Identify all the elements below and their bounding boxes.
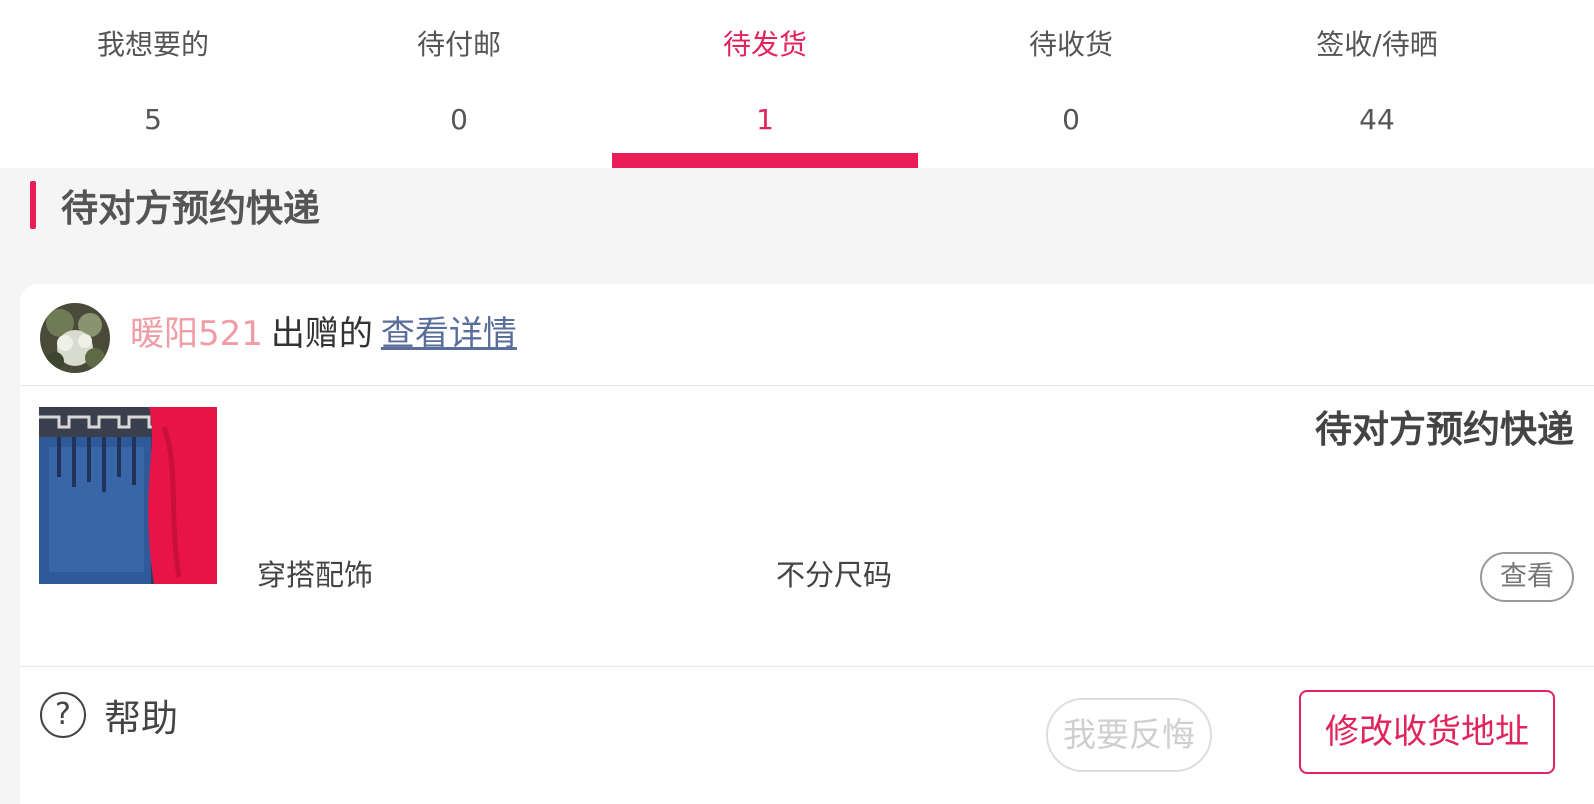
modify-address-button[interactable]: 修改收货地址 <box>1299 690 1555 774</box>
tab-label: 我想要的 <box>96 28 209 61</box>
section-title: 待对方预约快递 <box>61 187 320 230</box>
avatar-image <box>40 303 110 373</box>
view-button[interactable]: 查看 <box>1480 552 1574 602</box>
product-image[interactable] <box>39 407 217 584</box>
product-size: 不分尺码 <box>776 558 893 592</box>
order-card: 暖阳521 出赠的 查看详情 待对方预约快递 穿搭配饰 不分尺码 查看 ? 帮助 我… <box>20 284 1594 804</box>
tab-count: 1 <box>756 103 774 136</box>
product-row: 待对方预约快递 穿搭配饰 不分尺码 查看 <box>20 387 1594 667</box>
tab-received-review[interactable]: 签收/待晒 44 <box>1224 0 1530 168</box>
tab-count: 0 <box>1062 103 1080 136</box>
tab-pending-postage[interactable]: 待付邮 0 <box>306 0 612 168</box>
tab-pending-shipment[interactable]: 待发货 1 <box>612 0 918 168</box>
regret-button[interactable]: 我要反悔 <box>1046 698 1212 772</box>
view-details-link[interactable]: 查看详情 <box>381 314 517 354</box>
order-status-tabs: 我想要的 5 待付邮 0 待发货 1 待收货 0 签收/待晒 44 <box>0 0 1594 168</box>
seller-row: 暖阳521 出赠的 查看详情 <box>20 284 1594 386</box>
tab-pending-receipt[interactable]: 待收货 0 <box>918 0 1224 168</box>
product-category: 穿搭配饰 <box>257 558 374 592</box>
tab-label: 待发货 <box>722 28 807 61</box>
action-row: ? 帮助 我要反悔 修改收货地址 <box>20 668 1594 804</box>
tab-count: 0 <box>450 103 468 136</box>
section-accent-bar <box>30 181 36 229</box>
tab-label: 待收货 <box>1028 28 1113 61</box>
help-button[interactable]: ? 帮助 <box>40 688 178 742</box>
section-header: 待对方预约快递 <box>30 180 320 230</box>
seller-info: 暖阳521 出赠的 查看详情 <box>130 312 517 356</box>
seller-avatar[interactable] <box>40 303 110 373</box>
tab-count: 44 <box>1359 103 1395 136</box>
seller-suffix: 出赠的 <box>270 314 373 354</box>
active-tab-indicator <box>612 153 918 168</box>
tab-label: 待付邮 <box>416 28 501 61</box>
help-label: 帮助 <box>104 697 178 740</box>
order-status: 待对方预约快递 <box>1315 408 1574 451</box>
tab-wanted[interactable]: 我想要的 5 <box>0 0 306 168</box>
question-circle-icon: ? <box>40 692 86 738</box>
seller-name[interactable]: 暖阳521 <box>130 314 263 354</box>
product-photo <box>39 407 217 584</box>
tab-count: 5 <box>144 103 162 136</box>
tab-label: 签收/待晒 <box>1316 28 1438 61</box>
